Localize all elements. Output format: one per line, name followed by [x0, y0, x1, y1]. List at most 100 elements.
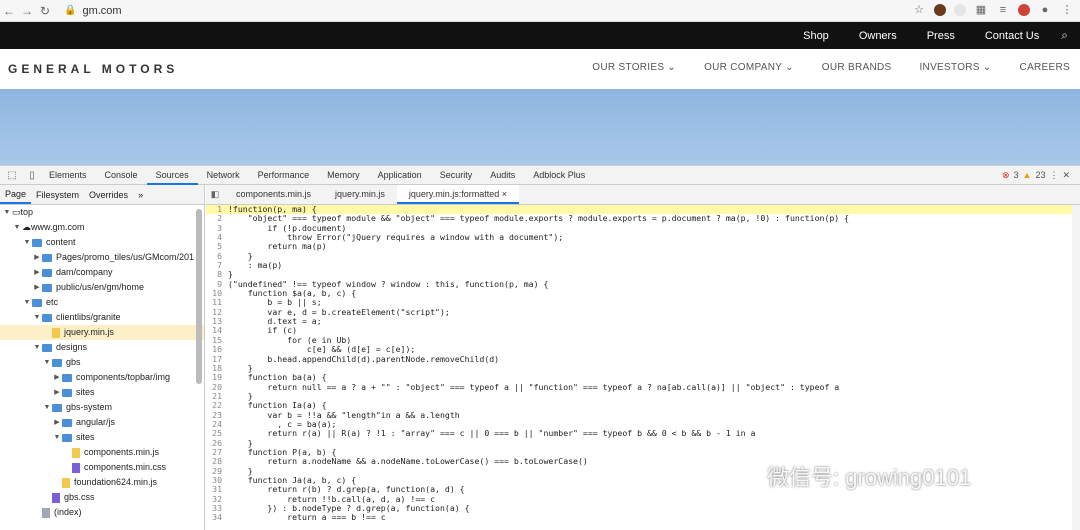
expand-arrow-icon[interactable]: ▶	[52, 415, 62, 430]
expand-arrow-icon[interactable]: ▶	[52, 385, 62, 400]
search-icon[interactable]: ⌕	[1061, 28, 1068, 43]
tree-item[interactable]: components.min.css	[0, 460, 204, 475]
expand-arrow-icon[interactable]: ▼	[22, 235, 32, 250]
code-line: 21 }	[206, 391, 1080, 401]
error-count: 3	[1013, 170, 1019, 180]
extension-icon[interactable]: ▦	[974, 3, 988, 17]
extension-icon[interactable]	[954, 4, 966, 16]
console-status[interactable]: ⊗ 3 ▲ 23 ⋮ ✕	[1002, 170, 1070, 181]
code-line: 12 var e, d = b.createElement("script");	[206, 307, 1080, 317]
tree-item[interactable]: ▶ sites	[0, 385, 204, 400]
tab-memory[interactable]: Memory	[318, 166, 369, 185]
tab-network[interactable]: Network	[198, 166, 249, 185]
tree-item[interactable]: ▼ gbs	[0, 355, 204, 370]
frame-icon: ▭	[12, 207, 21, 217]
tree-item[interactable]: ▶ components/topbar/img	[0, 370, 204, 385]
expand-arrow-icon[interactable]: ▶	[32, 280, 42, 295]
toggle-navigator-icon[interactable]: ◧	[206, 189, 224, 200]
nav-our-company[interactable]: OUR COMPANY ⌄	[704, 62, 794, 73]
editor-tab[interactable]: jquery.min.js	[323, 185, 397, 204]
tab-page[interactable]: Page	[0, 185, 32, 204]
tab-application[interactable]: Application	[369, 166, 431, 185]
expand-arrow-icon[interactable]: ▼	[52, 430, 62, 445]
tab-audits[interactable]: Audits	[481, 166, 524, 185]
nav-shop[interactable]: Shop	[803, 30, 829, 42]
device-toggle-icon[interactable]: ▯	[24, 170, 40, 181]
expand-arrow-icon[interactable]: ▼	[42, 400, 52, 415]
tree-item[interactable]: ▼ gbs-system	[0, 400, 204, 415]
error-icon: ⊗	[1001, 169, 1010, 180]
tree-item[interactable]: (index)	[0, 505, 204, 520]
nav-our-stories[interactable]: OUR STORIES ⌄	[592, 62, 676, 73]
back-icon[interactable]: ←	[0, 4, 18, 18]
gm-logo[interactable]: GENERAL MOTORS	[8, 62, 178, 76]
tab-sources[interactable]: Sources	[146, 166, 198, 185]
extension-icon[interactable]	[934, 4, 946, 16]
tree-item[interactable]: ▼ content	[0, 235, 204, 250]
nav-press[interactable]: Press	[927, 30, 955, 42]
tree-item[interactable]: components.min.js	[0, 445, 204, 460]
tree-item[interactable]: ▶ angular/js	[0, 415, 204, 430]
forward-icon[interactable]: →	[18, 4, 36, 18]
reload-icon[interactable]: ↻	[36, 4, 54, 18]
expand-arrow-icon[interactable]: ▶	[32, 250, 42, 265]
tree-item-label: sites	[76, 387, 95, 397]
editor-tab[interactable]: components.min.js	[224, 185, 323, 204]
more-tabs-button[interactable]: »	[133, 190, 148, 200]
expand-arrow-icon[interactable]: ▼	[42, 355, 52, 370]
scrollbar[interactable]	[196, 209, 202, 384]
more-icon[interactable]: ⋮	[1049, 170, 1058, 181]
tree-item-label: angular/js	[76, 417, 116, 427]
code-text: : ma(p)	[228, 260, 283, 271]
code-line: 7 : ma(p)	[206, 260, 1080, 271]
folder-icon	[62, 433, 72, 442]
tree-item-label: clientlibs/granite	[56, 312, 121, 322]
tree-item-label: components.min.js	[84, 447, 160, 457]
tree-item[interactable]: ▶ dam/company	[0, 265, 204, 280]
expand-arrow-icon[interactable]: ▼	[12, 220, 22, 235]
extension-icon[interactable]: ≡	[996, 3, 1010, 17]
nav-our-brands[interactable]: OUR BRANDS	[822, 62, 892, 73]
expand-arrow-icon[interactable]: ▼	[2, 205, 12, 220]
nav-investors[interactable]: INVESTORS ⌄	[919, 62, 991, 73]
tree-item[interactable]: ▼ ☁ www.gm.com	[0, 220, 204, 235]
star-icon[interactable]: ☆	[912, 3, 926, 17]
tree-item[interactable]: jquery.min.js	[0, 325, 204, 340]
tree-item[interactable]: foundation624.min.js	[0, 475, 204, 490]
close-icon[interactable]: ✕	[1062, 170, 1070, 181]
inspect-icon[interactable]: ⬚	[4, 170, 20, 181]
expand-arrow-icon[interactable]: ▶	[52, 370, 62, 385]
expand-arrow-icon[interactable]: ▶	[32, 265, 42, 280]
nav-contact-us[interactable]: Contact Us	[985, 30, 1039, 42]
adblock-icon[interactable]	[1018, 4, 1030, 16]
expand-arrow-icon[interactable]: ▼	[32, 310, 42, 325]
scrollbar[interactable]	[1072, 205, 1080, 530]
address-bar[interactable]: 🔒 gm.com	[64, 5, 122, 17]
tab-adblock-plus[interactable]: Adblock Plus	[524, 166, 594, 185]
tab-security[interactable]: Security	[431, 166, 482, 185]
tab-elements[interactable]: Elements	[40, 166, 96, 185]
expand-arrow-icon[interactable]: ▼	[22, 295, 32, 310]
tree-item[interactable]: ▼ sites	[0, 430, 204, 445]
tab-performance[interactable]: Performance	[249, 166, 319, 185]
profile-icon[interactable]: ●	[1038, 3, 1052, 17]
code-line: 23 var b = !!a && "length"in a && a.leng…	[206, 410, 1080, 420]
tab-filesystem[interactable]: Filesystem	[31, 190, 84, 200]
tree-item[interactable]: ▼ etc	[0, 295, 204, 310]
tree-item-label: content	[46, 237, 76, 247]
tree-item[interactable]: ▶ public/us/en/gm/home	[0, 280, 204, 295]
nav-owners[interactable]: Owners	[859, 30, 897, 42]
tree-item[interactable]: ▼ designs	[0, 340, 204, 355]
tree-item[interactable]: ▼ clientlibs/granite	[0, 310, 204, 325]
editor-tab-active[interactable]: jquery.min.js:formatted ×	[396, 185, 520, 204]
tree-item[interactable]: gbs.css	[0, 490, 204, 505]
tab-console[interactable]: Console	[96, 166, 147, 185]
expand-arrow-icon[interactable]: ▼	[32, 340, 42, 355]
line-number[interactable]: 34	[206, 512, 228, 522]
tree-item[interactable]: ▼ ▭ top	[0, 205, 204, 220]
code-line: 26 }	[206, 438, 1080, 448]
menu-icon[interactable]: ⋮	[1060, 3, 1074, 17]
tree-item[interactable]: ▶ Pages/promo_tiles/us/GMcom/201	[0, 250, 204, 265]
nav-careers[interactable]: CAREERS	[1020, 62, 1070, 73]
tab-overrides[interactable]: Overrides	[84, 190, 133, 200]
